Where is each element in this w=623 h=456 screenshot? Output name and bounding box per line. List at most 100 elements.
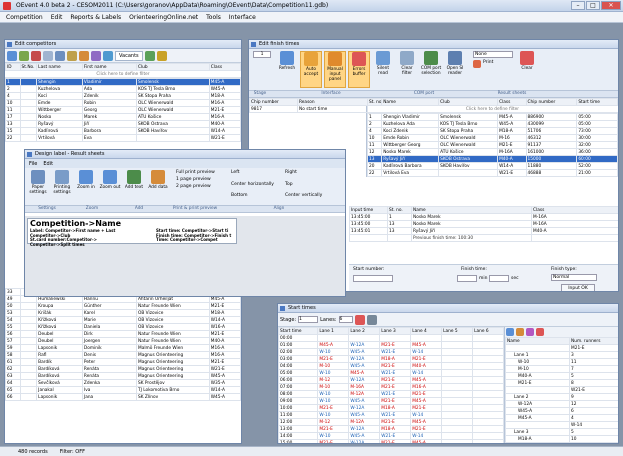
table-cell[interactable]: Vrtilová [36,134,83,142]
tree-node[interactable]: Lane 3 5 [505,428,618,436]
table-cell[interactable]: M45-A [410,376,443,384]
table-cell[interactable]: M21-E [317,355,350,363]
table-row[interactable]: 13 Ryšavý Jiří SKOB Ostrava M40-A [5,120,241,128]
table-cell[interactable]: W-12A [348,425,381,433]
table-cell[interactable]: Kroupa [36,302,83,310]
table-cell[interactable]: W-12A [348,376,381,384]
table-cell[interactable]: SK Prostějov [135,379,210,387]
table-cell[interactable]: Barbora [81,127,137,135]
finish-filter-hint[interactable]: Click here to define filter [367,106,618,113]
table-cell[interactable]: 62 [5,365,21,373]
table-cell[interactable]: Dirk [81,330,137,338]
ribbon-button-4[interactable]: Silent read [372,51,394,88]
table-cell[interactable]: M40-A [208,337,241,345]
doc-line[interactable]: Competitor->Split times [30,242,115,248]
table-cell[interactable]: W16-A [208,323,241,331]
table-cell[interactable]: SKOB Havířov [438,162,499,170]
table-cell[interactable]: Marek [81,113,137,121]
tree-node-name[interactable]: W45-A [505,407,570,415]
table-cell[interactable]: Smolensk [135,78,210,86]
table-cell[interactable]: M21-E [410,355,443,363]
table-cell[interactable]: M21-E [208,106,241,114]
table-cell[interactable]: 11 [5,106,21,114]
table-cell[interactable] [441,390,474,398]
table-cell[interactable] [441,362,474,370]
table-cell[interactable]: Nosko Marek [411,213,532,221]
table-cell[interactable]: Bardík [36,358,83,366]
save-icon[interactable] [55,50,65,61]
menu-item-2[interactable]: Reports & Labels [70,14,121,21]
table-row[interactable]: 62 Bardíková Renáta Magnus Orienteering W21-… [5,365,241,373]
table-cell[interactable]: M40-A [410,362,443,370]
table-cell[interactable] [19,365,38,373]
table-cell[interactable]: SKOB Havířov [135,127,210,135]
table-cell[interactable]: M21-E [379,362,412,370]
tree-node-name[interactable]: M45-A [505,414,570,422]
tree-node[interactable]: W-10 11 [505,358,618,366]
table-cell[interactable]: 430099 [525,120,578,128]
table-row[interactable]: 61 Bardík Peter Magnus Orienteering M21-E [5,358,241,366]
table-cell[interactable]: Lapsonik [36,393,83,401]
table-cell[interactable]: Krišák [36,309,83,317]
table-cell[interactable] [441,404,474,412]
input-ok-button[interactable]: Input OK [561,284,595,291]
table-row[interactable]: 13:45:00 1 Nosko Marek M-16A [349,213,618,221]
tree-node-name[interactable]: M21-E [505,379,570,387]
table-cell[interactable]: Kocí Zdenìk [381,127,440,135]
table-cell[interactable]: 46312 [525,134,578,142]
table-cell[interactable]: W-10 [317,348,350,356]
column-header[interactable]: Class [531,206,618,214]
table-cell[interactable]: 30:00 [576,134,618,142]
table-cell[interactable] [19,316,38,324]
table-cell[interactable]: M16-A [410,383,443,391]
table-cell[interactable]: Deubel [36,330,83,338]
table-cell[interactable]: SK Stopa Praha [438,127,499,135]
table-cell[interactable]: Daniela [81,323,137,331]
table-cell[interactable]: OB Vizovice [135,323,210,331]
table-cell[interactable]: Kuzhelova Ada [381,120,440,128]
table-cell[interactable]: M16-A [208,344,241,352]
table-cell[interactable]: Smolensk [438,113,499,121]
align-option-1[interactable]: Right [285,170,337,180]
tree-node[interactable]: M40-A 5 [505,372,618,380]
ribbon-button-2[interactable]: Manual input panel [324,51,346,88]
table-row[interactable]: 14:00 W-10 W45-A W21-E W-14 [278,432,504,440]
table-cell[interactable]: W45-A [348,432,381,440]
table-cell[interactable]: 4 [5,92,21,100]
table-cell[interactable]: 14:00 [278,432,319,440]
table-row[interactable]: 66 Lapsonik Jana SK Zlínov W45-A [5,393,241,401]
column-header[interactable]: First name [81,63,137,71]
table-cell[interactable] [19,372,38,380]
table-cell[interactable]: 10:00 [278,404,319,412]
table-cell[interactable]: M45-A [410,397,443,405]
table-row[interactable]: 53 Krišák Karel OB Vizovice M18-A [5,309,241,317]
table-cell[interactable]: Karel [81,309,137,317]
table-cell[interactable]: OLC Wienerwald [438,141,499,149]
table-cell[interactable]: Wittberger Georg [381,141,440,149]
table-cell[interactable]: M21-E [379,439,412,443]
ribbon-button-7[interactable]: Open SI reader [444,51,466,88]
table-cell[interactable] [19,393,38,401]
table-cell[interactable]: 60:00 [576,155,618,163]
design-button-2[interactable]: Zoom in [75,170,97,203]
table-cell[interactable] [410,334,443,342]
table-row[interactable]: 4 Kocí Zdenìk SK Stopa Praha M18-A 51706 73:0… [366,127,618,135]
table-cell[interactable]: M21-E [317,404,350,412]
table-cell[interactable]: 13:45:01 [349,227,388,235]
table-cell[interactable]: 13 [5,120,21,128]
add-icon[interactable] [19,50,29,61]
table-row[interactable]: 10:00 M21-E W-12A M18-A M21-E [278,404,504,412]
align-option-5[interactable]: Center vertically [285,193,337,203]
table-cell[interactable]: 1 [387,213,412,221]
table-cell[interactable]: Wittberger [36,106,83,114]
tree-node-name[interactable]: W-12A [505,400,570,408]
remove-icon[interactable] [536,328,544,336]
table-cell[interactable]: M18-A [208,309,241,317]
menu-item-1[interactable]: Edit [51,14,63,21]
table-cell[interactable] [472,362,504,370]
table-cell[interactable]: 886900 [525,113,578,121]
table-cell[interactable]: M-16A [531,220,618,228]
table-row[interactable]: 11:00 W-10 W45-A W21-E W-14 [278,411,504,419]
tree-node[interactable]: W45-A 6 [505,407,618,415]
table-cell[interactable]: Ševčíková [36,379,83,387]
